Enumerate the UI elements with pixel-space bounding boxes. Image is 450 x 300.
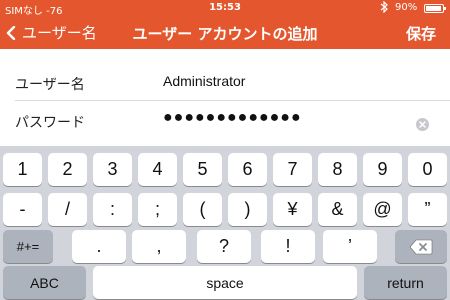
username-row: ユーザー名 Administrator	[0, 63, 450, 101]
key-ampersand[interactable]: &	[318, 193, 357, 226]
key-period[interactable]: .	[72, 230, 126, 263]
password-label: パスワード	[15, 115, 85, 131]
return-button[interactable]: return	[364, 266, 447, 299]
backspace-button[interactable]	[395, 230, 447, 263]
battery-icon	[424, 4, 446, 13]
key-7[interactable]: 7	[273, 153, 312, 186]
key-5[interactable]: 5	[183, 153, 222, 186]
key-8[interactable]: 8	[318, 153, 357, 186]
keyboard: 1 2 3 4 5 6 7 8 9 0 - / : ; ( ) ¥ & @ ” …	[0, 146, 450, 300]
password-field[interactable]: ●●●●●●●●●●●●●	[163, 109, 403, 129]
password-row: パスワード ●●●●●●●●●●●●●	[0, 101, 450, 139]
battery-percent: 90%	[395, 2, 418, 13]
key-6[interactable]: 6	[228, 153, 267, 186]
account-form: ユーザー名 Administrator パスワード ●●●●●●●●●●●●●	[0, 49, 450, 146]
back-button-label: ユーザー名	[22, 24, 97, 42]
key-question[interactable]: ?	[197, 230, 251, 263]
key-slash[interactable]: /	[48, 193, 87, 226]
key-close-paren[interactable]: )	[228, 193, 267, 226]
abc-button[interactable]: ABC	[3, 266, 86, 299]
key-symbols-toggle[interactable]: #+=	[3, 230, 53, 263]
key-comma[interactable]: ,	[132, 230, 186, 263]
bluetooth-icon	[380, 0, 388, 16]
key-0[interactable]: 0	[408, 153, 447, 186]
nav-bar: ユーザー名 ユーザー アカウントの追加 保存	[0, 17, 450, 49]
key-colon[interactable]: :	[93, 193, 132, 226]
key-open-paren[interactable]: (	[183, 193, 222, 226]
key-yen[interactable]: ¥	[273, 193, 312, 226]
key-semicolon[interactable]: ;	[138, 193, 177, 226]
key-apostrophe[interactable]: ’	[323, 230, 377, 263]
username-field[interactable]: Administrator	[163, 73, 403, 93]
key-at[interactable]: @	[363, 193, 402, 226]
key-4[interactable]: 4	[138, 153, 177, 186]
username-label: ユーザー名	[15, 77, 85, 93]
space-bar[interactable]: space	[93, 266, 357, 299]
clear-icon[interactable]	[416, 118, 429, 131]
backspace-icon	[409, 239, 433, 254]
status-bar: SIMなし -76 15:53 90%	[0, 0, 450, 17]
key-3[interactable]: 3	[93, 153, 132, 186]
key-quote[interactable]: ”	[408, 193, 447, 226]
save-button[interactable]: 保存	[406, 23, 436, 44]
back-button[interactable]: ユーザー名	[6, 22, 97, 43]
chevron-left-icon	[6, 25, 16, 40]
key-1[interactable]: 1	[3, 153, 42, 186]
key-hyphen[interactable]: -	[3, 193, 42, 226]
key-exclamation[interactable]: !	[261, 230, 315, 263]
key-2[interactable]: 2	[48, 153, 87, 186]
key-9[interactable]: 9	[363, 153, 402, 186]
